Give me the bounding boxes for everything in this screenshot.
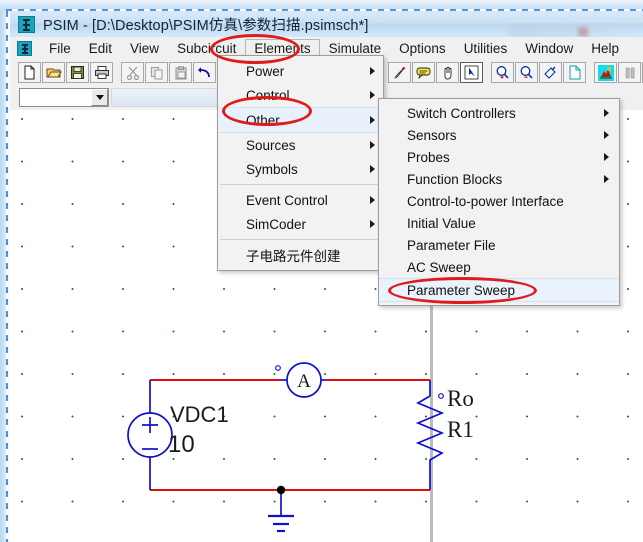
menu-item-symbols[interactable]: Symbols: [218, 157, 383, 181]
vdc-value-label: 10: [168, 431, 195, 458]
submenu-item-ac-sweep-label: AC Sweep: [407, 259, 471, 275]
chevron-right-icon: [370, 67, 375, 75]
menu-separator-2: [220, 239, 381, 240]
menu-item-simcoder[interactable]: SimCoder: [218, 212, 383, 236]
toolbar-cut[interactable]: [121, 62, 144, 83]
chevron-right-icon: [370, 116, 375, 124]
resistor-name-label: Ro: [447, 386, 474, 411]
menu-item-subcircuit-create[interactable]: 子电路元件创建: [218, 243, 383, 267]
menu-item-symbols-label: Symbols: [246, 161, 298, 177]
menu-item-subcircuit-create-label: 子电路元件创建: [246, 249, 341, 264]
toolbar-separator-1: [114, 62, 121, 83]
toolbar-select[interactable]: [460, 62, 483, 83]
toolbar-run-simulation[interactable]: [594, 62, 617, 83]
menu-edit[interactable]: Edit: [80, 39, 121, 58]
submenu-item-switch-controllers[interactable]: Switch Controllers: [379, 102, 619, 124]
menu-item-other-label: Other: [246, 112, 280, 128]
toolbar-page[interactable]: [563, 62, 586, 83]
toolbar-label[interactable]: [412, 62, 435, 83]
submenu-item-function-blocks[interactable]: Function Blocks: [379, 168, 619, 190]
toolbar-left-group: [18, 62, 217, 83]
submenu-item-ac-sweep[interactable]: AC Sweep: [379, 256, 619, 278]
menu-options[interactable]: Options: [390, 39, 455, 58]
toolbar-wire[interactable]: [388, 62, 411, 83]
window-frame-left-dashed-edge: [6, 11, 8, 542]
resistor-value-label: R1: [447, 417, 474, 442]
toolbar-save[interactable]: [66, 62, 89, 83]
vdc-name-label: VDC1: [170, 402, 229, 427]
toolbar-undo[interactable]: [193, 62, 216, 83]
submenu-item-initial-value-label: Initial Value: [407, 215, 476, 231]
component-combo-value[interactable]: [20, 89, 91, 106]
menu-item-control-label: Control: [246, 87, 290, 103]
chevron-right-icon: [604, 153, 609, 161]
submenu-item-initial-value[interactable]: Initial Value: [379, 212, 619, 234]
menu-item-sources-label: Sources: [246, 137, 296, 153]
menu-item-power[interactable]: Power: [218, 59, 383, 83]
submenu-item-sensors[interactable]: Sensors: [379, 124, 619, 146]
submenu-item-function-blocks-label: Function Blocks: [407, 171, 503, 187]
toolbar-right-group: [388, 62, 643, 83]
component-combo-box[interactable]: [19, 88, 109, 107]
menu-item-event-control[interactable]: Event Control: [218, 188, 383, 212]
chevron-down-icon[interactable]: [91, 89, 108, 106]
menu-help[interactable]: Help: [582, 39, 628, 58]
menu-item-simcoder-label: SimCoder: [246, 216, 307, 232]
menu-item-sources[interactable]: Sources: [218, 133, 383, 157]
menu-item-event-control-label: Event Control: [246, 192, 328, 208]
toolbar-zoom-fit[interactable]: [539, 62, 562, 83]
menu-utilities[interactable]: Utilities: [455, 39, 517, 58]
chevron-right-icon: [604, 175, 609, 183]
toolbar-print[interactable]: [90, 62, 113, 83]
resistor: [415, 393, 445, 474]
toolbar-paste[interactable]: [169, 62, 192, 83]
psim-application-window: PSIM - [D:\Desktop\PSIM仿真\参数扫描.psimsch*]…: [0, 0, 643, 542]
menu-view[interactable]: View: [121, 39, 168, 58]
toolbar-copy[interactable]: [145, 62, 168, 83]
toolbar-zoom-in[interactable]: [491, 62, 514, 83]
submenu-item-switch-controllers-label: Switch Controllers: [407, 105, 516, 121]
menu-item-control[interactable]: Control: [218, 83, 383, 107]
toolbar-open[interactable]: [42, 62, 65, 83]
toolbar-secondary-field: [111, 88, 218, 107]
menu-window[interactable]: Window: [516, 39, 582, 58]
submenu-item-control-to-power-interface[interactable]: Control-to-power Interface: [379, 190, 619, 212]
dc-voltage-source: [127, 412, 173, 458]
chevron-right-icon: [370, 141, 375, 149]
elements-dropdown-menu[interactable]: Power Control Other Sources Symbols Even…: [217, 55, 384, 271]
toolbar-new[interactable]: [18, 62, 41, 83]
document-system-icon[interactable]: [17, 40, 32, 56]
submenu-item-probes-label: Probes: [407, 149, 450, 165]
psim-icon: [18, 15, 35, 33]
submenu-item-probes[interactable]: Probes: [379, 146, 619, 168]
toolbar-zoom-out[interactable]: [515, 62, 538, 83]
submenu-item-parameter-sweep[interactable]: Parameter Sweep: [379, 278, 619, 302]
chevron-right-icon: [370, 91, 375, 99]
chevron-right-icon: [370, 196, 375, 204]
toolbar-separator-2: [484, 62, 491, 83]
title-bar: PSIM - [D:\Desktop\PSIM仿真\参数扫描.psimsch*]: [10, 11, 643, 41]
toolbar-pan[interactable]: [436, 62, 459, 83]
window-frame-left: [0, 11, 10, 542]
submenu-item-sensors-label: Sensors: [407, 127, 457, 143]
menu-separator-1: [220, 184, 381, 185]
menu-file[interactable]: File: [40, 39, 80, 58]
menu-item-other[interactable]: Other: [218, 107, 383, 133]
menu-item-power-label: Power: [246, 63, 285, 79]
other-submenu[interactable]: Switch Controllers Sensors Probes Functi…: [378, 98, 620, 306]
chevron-right-icon: [370, 165, 375, 173]
submenu-item-parameter-sweep-label: Parameter Sweep: [407, 282, 516, 298]
ammeter-label: A: [297, 371, 311, 392]
submenu-item-parameter-file[interactable]: Parameter File: [379, 234, 619, 256]
chevron-right-icon: [604, 109, 609, 117]
toolbar-pause[interactable]: [618, 62, 641, 83]
submenu-item-control-to-power-interface-label: Control-to-power Interface: [407, 193, 564, 209]
chevron-right-icon: [604, 131, 609, 139]
title-bar-overlay-artifact-2: [578, 27, 588, 37]
submenu-item-parameter-file-label: Parameter File: [407, 237, 496, 253]
window-title: PSIM - [D:\Desktop\PSIM仿真\参数扫描.psimsch*]: [43, 17, 369, 34]
toolbar-separator-3: [587, 62, 594, 83]
chevron-right-icon: [370, 220, 375, 228]
